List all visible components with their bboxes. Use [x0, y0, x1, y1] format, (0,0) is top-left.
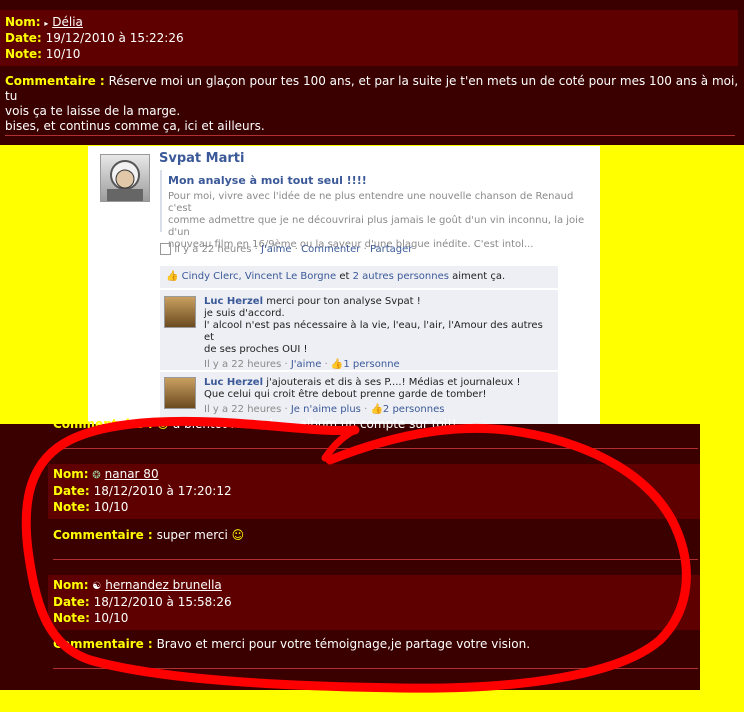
date-label: Date: [5, 31, 42, 45]
thumbs-up-icon: 👍 [370, 404, 383, 415]
share-link[interactable]: Partager [370, 244, 412, 255]
separator: · [294, 244, 298, 255]
post-time: Il y a 22 heures [174, 244, 252, 255]
partial-comment-row: Commentaire : ☺ à bientôt renaud , ... a… [53, 416, 457, 432]
comment-like-link[interactable]: J'aime [291, 359, 322, 370]
entry-1-date: 19/12/2010 à 15:22:26 [45, 31, 184, 45]
post-card: Mon analyse à moi tout seul !!!! Pour mo… [160, 170, 600, 250]
like-link[interactable]: J'aime [261, 244, 292, 255]
commenter-avatar [164, 296, 196, 328]
separator: · [284, 359, 288, 370]
comment-link[interactable]: Commenter [301, 244, 360, 255]
separator: · [254, 244, 258, 255]
fb-comment-1-body: Luc Herzel merci pour ton analyse Svpat … [204, 296, 554, 371]
likers-suffix: aiment ça. [452, 271, 506, 282]
smiley-icon: ☺ [231, 528, 245, 542]
entry-3-user-link[interactable]: hernandez brunella [105, 578, 222, 592]
likers-and: et [339, 271, 350, 282]
note-label: Note: [53, 500, 90, 514]
name-label: Nom: [5, 15, 41, 29]
entry-3-note: 10/10 [93, 611, 129, 625]
entry-2-note-row: Note: 10/10 [53, 499, 128, 515]
helmet-avatar-icon [107, 160, 143, 201]
entry-1-user-link[interactable]: Délia [52, 15, 83, 29]
note-label: Note: [53, 611, 90, 625]
thumbs-up-icon: 👍 [166, 271, 179, 282]
divider [53, 668, 698, 669]
entry-3-comment-text: Bravo et merci pour votre témoignage,je … [156, 637, 531, 651]
name-label: Nom: [53, 467, 89, 481]
author-avatar [100, 154, 150, 202]
entry-3-note-row: Note: 10/10 [53, 610, 128, 626]
entry-1-note-row: Note: 10/10 [5, 46, 80, 62]
likers-row: 👍 Cindy Clerc, Vincent Le Borgne et 2 au… [166, 271, 505, 282]
entry-2-date: 18/12/2010 à 17:20:12 [93, 484, 232, 498]
comment-unlike-link[interactable]: Je n'aime plus [291, 404, 361, 415]
post-excerpt: Pour moi, vivre avec l'idée de ne plus e… [168, 191, 600, 251]
separator: · [284, 404, 288, 415]
commenter-avatar [164, 377, 196, 409]
entry-3-date-row: Date: 18/12/2010 à 15:58:26 [53, 594, 232, 610]
facebook-post-screenshot: Svpat Marti Mon analyse à moi tout seul … [88, 146, 600, 424]
comment-time: Il y a 22 heures [204, 404, 282, 415]
comment-label: Commentaire : [53, 528, 153, 542]
comment-line: merci pour ton analyse Svpat ! [266, 296, 421, 307]
comment-line: de ses proches OUI ! [204, 344, 308, 355]
entry-1-comment-line1: Réserve moi un glaçon pour tes 100 ans, … [5, 74, 739, 103]
post-line1: Pour moi, vivre avec l'idée de ne plus e… [168, 191, 574, 214]
entry-2-date-row: Date: 18/12/2010 à 17:20:12 [53, 483, 232, 499]
entry-3-comment: Commentaire : Bravo et merci pour votre … [53, 636, 530, 652]
entry-2-note: 10/10 [93, 500, 129, 514]
smiley-icon: ☺ [156, 417, 170, 431]
post-icon [160, 243, 171, 255]
date-label: Date: [53, 595, 90, 609]
separator: · [363, 244, 367, 255]
entry-2-comment-text: super merci [156, 528, 228, 542]
entry-2-comment: Commentaire : super merci ☺ [53, 527, 244, 543]
note-label: Note: [5, 47, 42, 61]
motorbike-icon: ❂ [92, 470, 101, 481]
date-label: Date: [53, 484, 90, 498]
comment-label: Commentaire : [53, 417, 153, 431]
comment-line: je suis d'accord. [204, 308, 285, 319]
partial-comment-text: à bientôt renaud , ... album un compte s… [172, 417, 457, 431]
entry-1-comment-line2: vois ça te laisse de la marge. [5, 104, 181, 118]
comment-likes[interactable]: 2 personnes [383, 404, 445, 415]
entry-1-note: 10/10 [45, 47, 81, 61]
comment-label: Commentaire : [53, 637, 153, 651]
entry-3-date: 18/12/2010 à 15:58:26 [93, 595, 232, 609]
comment-author[interactable]: Luc Herzel [204, 296, 263, 307]
likers-names[interactable]: Cindy Clerc, Vincent Le Borgne [182, 271, 337, 282]
fb-comment-2-body: Luc Herzel j'ajouterais et dis à ses P..… [204, 377, 554, 416]
divider [5, 135, 735, 136]
arrow-bullet-icon: ▸ [44, 19, 49, 28]
post-line2: comme admettre que je ne découvrirai plu… [168, 215, 585, 238]
thumbs-up-icon: 👍 [330, 359, 344, 370]
comment-line: j'ajouterais et dis à ses P....! Médias … [266, 377, 521, 388]
comment-line: Que celui qui croit être debout prenne g… [204, 389, 487, 400]
entry-3-name-row: Nom: ☯ hernandez brunella [53, 577, 222, 595]
likers-others[interactable]: 2 autres personnes [353, 271, 449, 282]
entry-1-date-row: Date: 19/12/2010 à 15:22:26 [5, 30, 184, 46]
comment-likes[interactable]: 1 personne [343, 359, 399, 370]
comment-author[interactable]: Luc Herzel [204, 377, 263, 388]
comment-label: Commentaire : [5, 74, 105, 88]
divider [53, 559, 698, 560]
entry-1-comment-line3: bises, et continus comme ça, ici et aill… [5, 119, 265, 133]
comment-time: Il y a 22 heures [204, 359, 282, 370]
separator: · [364, 404, 368, 415]
name-label: Nom: [53, 578, 89, 592]
entry-2-user-link[interactable]: nanar 80 [105, 467, 159, 481]
post-actions: Il y a 22 heures · J'aime · Commenter · … [160, 243, 412, 255]
entry-1-comment: Commentaire : Réserve moi un glaçon pour… [5, 74, 740, 134]
comment-line: l' alcool n'est pas nécessaire à la vie,… [204, 320, 543, 343]
post-title[interactable]: Mon analyse à moi tout seul !!!! [168, 174, 600, 187]
separator: · [324, 359, 328, 370]
yin-yang-icon: ☯ [92, 581, 102, 592]
divider [53, 448, 698, 449]
entry-2-name-row: Nom: ❂ nanar 80 [53, 466, 159, 484]
post-author[interactable]: Svpat Marti [159, 151, 244, 166]
